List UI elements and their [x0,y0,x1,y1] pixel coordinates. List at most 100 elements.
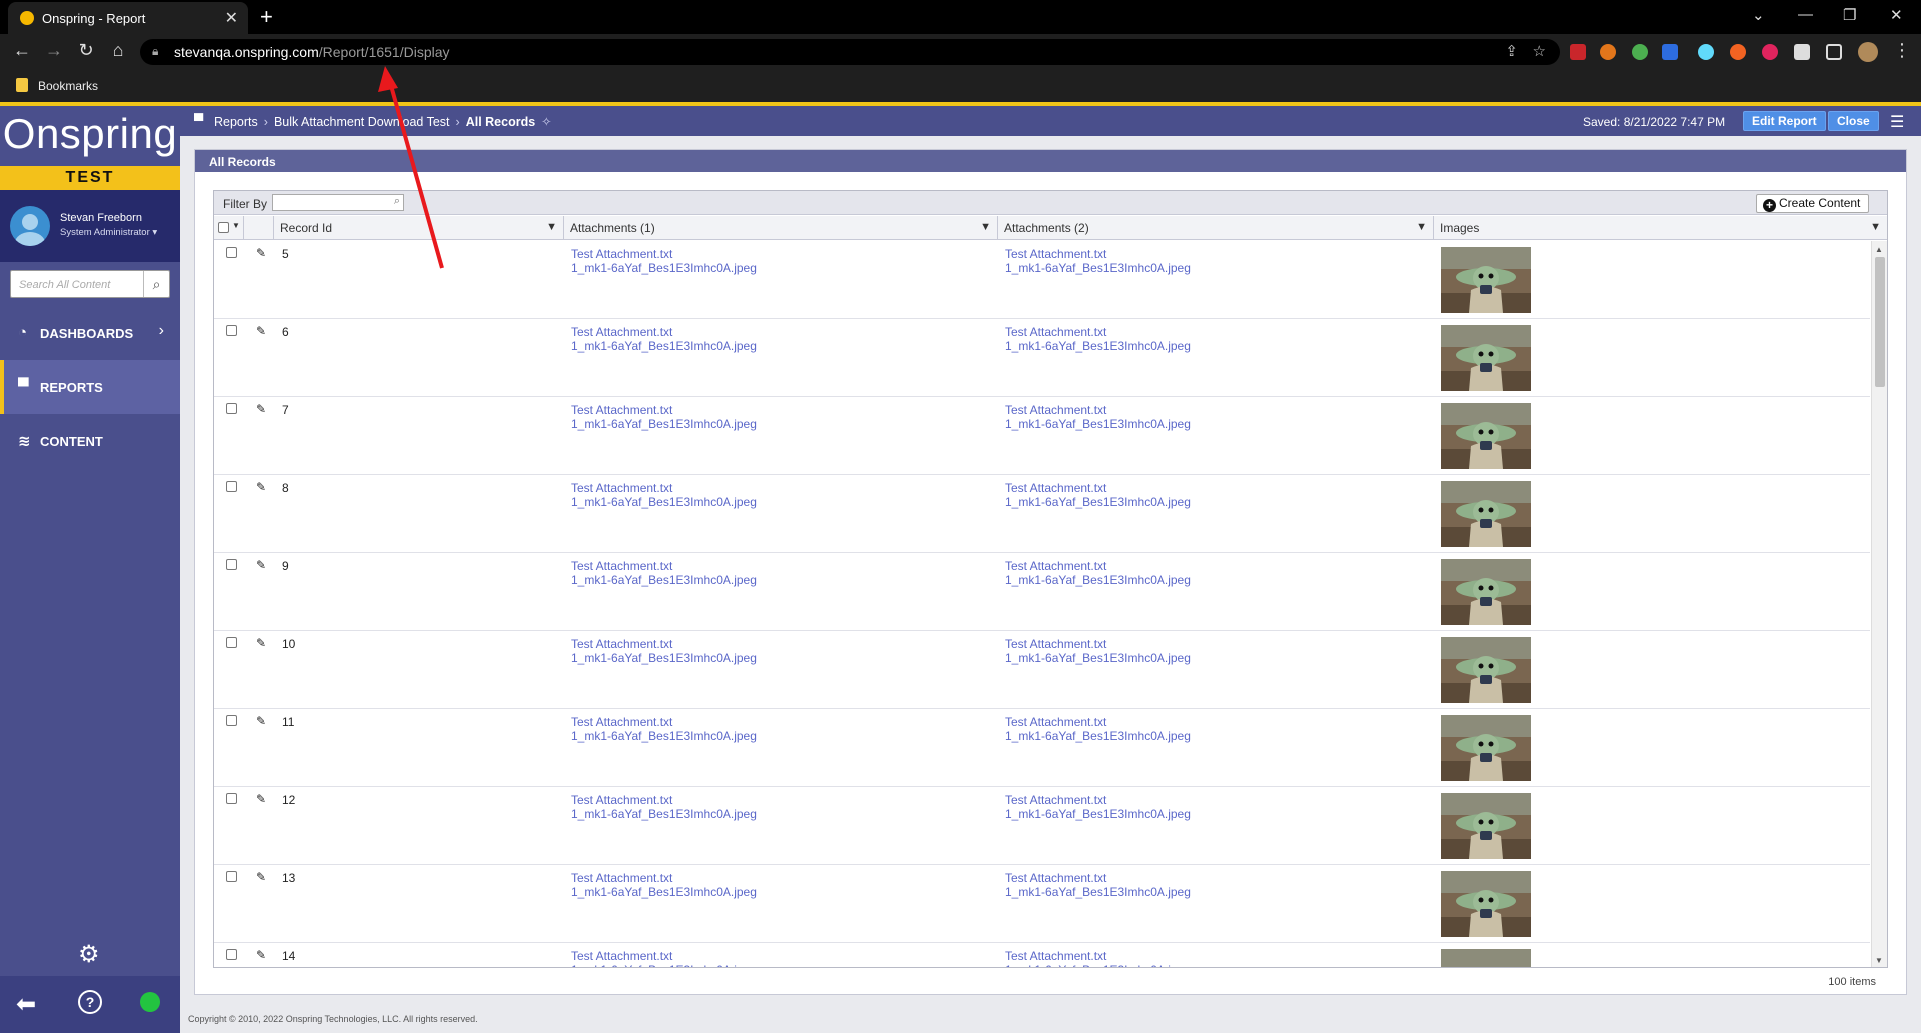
attachment-link[interactable]: 1_mk1-6aYaf_Bes1E3Imhc0A.jpeg [571,261,757,275]
bookmark-star-icon[interactable]: ☆ [1533,42,1546,60]
user-role[interactable]: System Administrator ▾ [60,227,157,238]
table-row[interactable]: ✎ 9 Test Attachment.txt 1_mk1-6aYaf_Bes1E3I… [214,553,1870,631]
close-button[interactable]: Close [1828,111,1879,131]
select-all-header[interactable]: ▼ [214,216,244,240]
attachment-link[interactable]: 1_mk1-6aYaf_Bes1E3Imhc0A.jpeg [571,339,757,353]
attachment-link[interactable]: 1_mk1-6aYaf_Bes1E3Imhc0A.jpeg [571,807,757,821]
table-row[interactable]: ✎ 5 Test Attachment.txt 1_mk1-6aYaf_Bes1E3I… [214,241,1870,319]
attachment-link[interactable]: 1_mk1-6aYaf_Bes1E3Imhc0A.jpeg [571,885,757,899]
attachment-link[interactable]: 1_mk1-6aYaf_Bes1E3Imhc0A.jpeg [1005,807,1191,821]
sidebar-item-reports[interactable]: ▀ REPORTS [0,360,180,414]
row-checkbox[interactable] [226,481,237,492]
table-row[interactable]: ✎ 13 Test Attachment.txt 1_mk1-6aYaf_Bes1E3… [214,865,1870,943]
caret-down-icon[interactable]: ▼ [232,221,240,230]
reload-icon[interactable]: ↻ [74,40,98,61]
row-checkbox[interactable] [226,247,237,258]
metamask-icon[interactable] [1600,44,1616,60]
row-checkbox[interactable] [226,715,237,726]
table-row[interactable]: ✎ 6 Test Attachment.txt 1_mk1-6aYaf_Bes1E3I… [214,319,1870,397]
breadcrumb-reports[interactable]: Reports [214,115,258,129]
attachment-link[interactable]: Test Attachment.txt [571,247,757,261]
attachment-link[interactable]: Test Attachment.txt [1005,949,1191,963]
address-bar[interactable]: 🔒︎ stevanqa.onspring.com/Report/1651/Dis… [140,39,1560,65]
extension-icon[interactable] [1762,44,1778,60]
create-content-button[interactable]: + Create Content [1756,194,1870,213]
row-checkbox[interactable] [226,637,237,648]
pencil-icon[interactable]: ✎ [256,948,266,962]
pencil-icon[interactable]: ✎ [256,402,266,416]
attachment-link[interactable]: Test Attachment.txt [571,325,757,339]
image-thumbnail[interactable] [1441,559,1531,625]
table-row[interactable]: ✎ 12 Test Attachment.txt 1_mk1-6aYaf_Bes1E3… [214,787,1870,865]
pin-icon[interactable]: ✧ [541,115,551,129]
select-all-checkbox[interactable] [218,222,229,233]
collapse-arrow-icon[interactable]: ⬅ [16,990,36,1019]
more-vertical-icon[interactable]: ⋮ [1890,40,1914,61]
extension-icon[interactable] [1662,44,1678,60]
edit-report-button[interactable]: Edit Report [1743,111,1826,131]
attachment-link[interactable]: Test Attachment.txt [1005,793,1191,807]
pencil-icon[interactable]: ✎ [256,324,266,338]
attachment-link[interactable]: 1_mk1-6aYaf_Bes1E3Imhc0A.jpeg [1005,339,1191,353]
table-row[interactable]: ✎14Test Attachment.txt1_mk1-6aYaf_Bes1E3… [214,943,1870,967]
sidebar-item-dashboards[interactable]: ◔ DASHBOARDS › [0,306,180,360]
attachment-link[interactable]: 1_mk1-6aYaf_Bes1E3Imhc0A.jpeg [1005,573,1191,587]
attachment-link[interactable]: 1_mk1-6aYaf_Bes1E3Imhc0A.jpeg [571,573,757,587]
extension-icon[interactable] [1570,44,1586,60]
pencil-icon[interactable]: ✎ [256,636,266,650]
help-icon[interactable]: ? [78,990,102,1014]
attachment-link[interactable]: 1_mk1-6aYaf_Bes1E3Imhc0A.jpeg [1005,729,1191,743]
minimize-icon[interactable]: — [1798,6,1813,23]
back-icon[interactable]: ← [10,40,34,61]
attachment-link[interactable]: Test Attachment.txt [1005,871,1191,885]
table-row[interactable]: ✎ 8 Test Attachment.txt 1_mk1-6aYaf_Bes1E3I… [214,475,1870,553]
pencil-icon[interactable]: ✎ [256,480,266,494]
image-thumbnail[interactable] [1441,247,1531,313]
vertical-scrollbar[interactable]: ▲ ▼ [1871,241,1887,967]
attachment-link[interactable]: Test Attachment.txt [571,637,757,651]
close-window-icon[interactable]: ✕ [1890,6,1903,24]
bookmarks-folder[interactable]: Bookmarks [38,79,98,93]
attachment-link[interactable]: 1_mk1-6aYaf_Bes1E3Imhc0A.jpeg [571,651,757,665]
pencil-icon[interactable]: ✎ [256,792,266,806]
attachment-link[interactable]: 1_mk1-6aYaf_Bes1E3Imhc0A.jpeg [1005,885,1191,899]
attachment-link[interactable]: 1_mk1-6aYaf_Bes1E3Imhc0A.jpeg [1005,417,1191,431]
image-thumbnail[interactable] [1441,715,1531,781]
row-checkbox[interactable] [226,325,237,336]
browser-tab[interactable]: Onspring - Report ✕ [8,2,248,34]
row-checkbox[interactable] [226,793,237,804]
column-header-record-id[interactable]: Record Id ▼ [274,216,564,240]
attachment-link[interactable]: Test Attachment.txt [1005,637,1191,651]
attachment-link[interactable]: 1_mk1-6aYaf_Bes1E3Imhc0A.jpeg [571,963,757,967]
row-checkbox[interactable] [226,871,237,882]
column-header-images[interactable]: Images ▼ [1434,216,1887,240]
attachment-link[interactable]: 1_mk1-6aYaf_Bes1E3Imhc0A.jpeg [571,495,757,509]
pencil-icon[interactable]: ✎ [256,246,266,260]
extension-icon[interactable] [1730,44,1746,60]
table-row[interactable]: ✎ 10 Test Attachment.txt 1_mk1-6aYaf_Bes1E3… [214,631,1870,709]
scroll-down-icon[interactable]: ▼ [1875,956,1883,965]
attachment-link[interactable]: Test Attachment.txt [571,715,757,729]
table-row[interactable]: ✎ 7 Test Attachment.txt 1_mk1-6aYaf_Bes1E3I… [214,397,1870,475]
attachment-link[interactable]: Test Attachment.txt [1005,403,1191,417]
attachment-link[interactable]: Test Attachment.txt [571,793,757,807]
image-thumbnail[interactable] [1441,871,1531,937]
attachment-link[interactable]: Test Attachment.txt [1005,325,1191,339]
attachment-link[interactable]: Test Attachment.txt [1005,715,1191,729]
table-row[interactable]: ✎ 11 Test Attachment.txt 1_mk1-6aYaf_Bes1E3… [214,709,1870,787]
attachment-link[interactable]: Test Attachment.txt [571,403,757,417]
attachment-link[interactable]: Test Attachment.txt [1005,559,1191,573]
filter-icon[interactable]: ▼ [980,221,991,233]
home-icon[interactable]: ⌂ [106,40,130,61]
breadcrumb-report-name[interactable]: Bulk Attachment Download Test [274,115,450,129]
attachment-link[interactable]: Test Attachment.txt [1005,481,1191,495]
chevron-down-icon[interactable]: ⌄ [1752,6,1765,24]
extension-icon[interactable] [1632,44,1648,60]
attachment-link[interactable]: Test Attachment.txt [571,949,757,963]
user-menu[interactable]: Stevan Freeborn System Administrator ▾ [0,190,180,262]
image-thumbnail[interactable] [1441,637,1531,703]
attachment-link[interactable]: 1_mk1-6aYaf_Bes1E3Imhc0A.jpeg [1005,495,1191,509]
sidepanel-icon[interactable] [1826,44,1842,60]
onspring-logo[interactable]: Onspring [0,106,180,166]
filter-input[interactable]: ⌕ [272,194,404,211]
